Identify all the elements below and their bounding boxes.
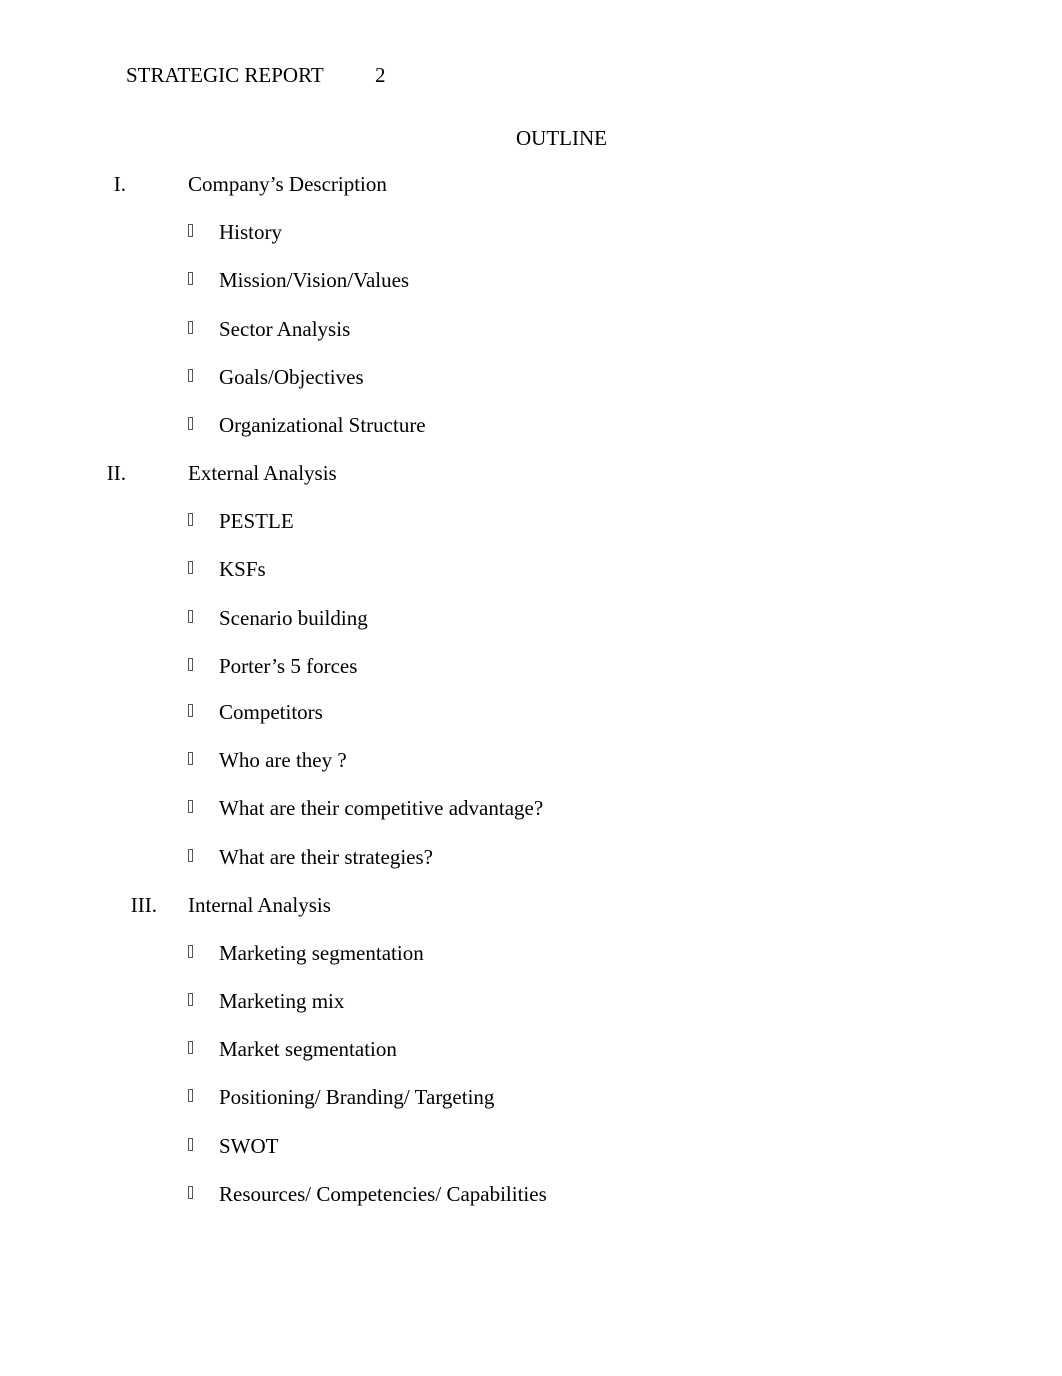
bullet-icon — [188, 945, 193, 958]
list-item: Porter’s 5 forces — [219, 654, 358, 678]
bullet-icon — [188, 1089, 193, 1102]
bullet-icon — [188, 1138, 193, 1151]
list-item: Positioning/ Branding/ Targeting — [219, 1085, 495, 1109]
list-item: SWOT — [219, 1134, 279, 1158]
bullet-icon — [188, 321, 193, 334]
bullet-icon — [188, 658, 193, 671]
list-item: PESTLE — [219, 509, 294, 533]
bullet-icon — [188, 561, 193, 574]
section-heading: Company’s Description — [188, 172, 387, 196]
section-heading: External Analysis — [188, 461, 337, 485]
bullet-icon — [188, 704, 193, 717]
bullet-icon — [188, 1041, 193, 1054]
bullet-icon — [188, 610, 193, 623]
list-item: KSFs — [219, 557, 266, 581]
list-item: Resources/ Competencies/ Capabilities — [219, 1182, 547, 1206]
bullet-icon — [188, 369, 193, 382]
list-item: Market segmentation — [219, 1037, 397, 1061]
list-item: Mission/Vision/Values — [219, 268, 410, 292]
list-item: Organizational Structure — [219, 413, 426, 437]
bullet-icon — [188, 849, 193, 862]
running-head: STRATEGIC REPORT — [126, 63, 324, 87]
list-item: Sector Analysis — [219, 317, 351, 341]
bullet-icon — [188, 272, 193, 285]
section-numeral: II. — [106, 461, 126, 485]
bullet-icon — [188, 417, 193, 430]
page-title: OUTLINE — [516, 126, 607, 150]
list-item: Competitors — [219, 700, 323, 724]
list-item: History — [219, 220, 282, 244]
bullet-icon — [188, 224, 193, 237]
section-numeral: I. — [113, 172, 126, 196]
list-item: What are their strategies? — [219, 845, 433, 869]
bullet-icon — [188, 800, 193, 813]
list-item: Goals/Objectives — [219, 365, 364, 389]
list-item: Marketing mix — [219, 989, 345, 1013]
list-item: Scenario building — [219, 606, 368, 630]
bullet-icon — [188, 513, 193, 526]
list-item: Who are they ? — [219, 748, 347, 772]
bullet-icon — [188, 752, 193, 765]
list-item: What are their competitive advantage? — [219, 796, 544, 820]
list-item: Marketing segmentation — [219, 941, 424, 965]
section-heading: Internal Analysis — [188, 893, 331, 917]
section-numeral: III. — [130, 893, 157, 917]
page-number: 2 — [375, 63, 386, 87]
bullet-icon — [188, 993, 193, 1006]
bullet-icon — [188, 1186, 193, 1199]
